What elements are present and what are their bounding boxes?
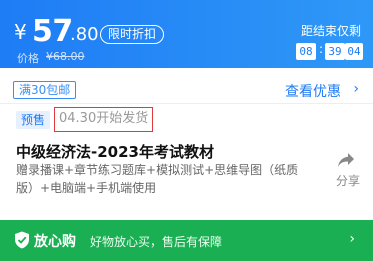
chevron-right-icon: ›	[353, 81, 359, 97]
price-currency: ¥	[14, 20, 27, 44]
price-decimal: .80	[70, 24, 99, 45]
shield-icon	[15, 231, 29, 249]
price-integer: 57	[32, 14, 73, 49]
share-button[interactable]: 分享	[336, 172, 360, 189]
promo-row[interactable]: 满30包邮 查看优惠 ›	[0, 72, 373, 104]
view-offers-link[interactable]: 查看优惠	[285, 81, 341, 101]
original-price-label: 价格	[17, 52, 39, 65]
ship-date-text: 04.30开始发货	[54, 107, 154, 132]
countdown-hours: 08	[296, 43, 316, 60]
guarantee-title: 放心购	[34, 234, 76, 250]
limited-discount-badge: 限时折扣	[100, 25, 165, 44]
countdown-seconds: 04	[345, 43, 363, 60]
guarantee-bar[interactable]: 放心购 好物放心买，售后有保障 ›	[0, 220, 373, 261]
original-price: ¥68.00	[46, 50, 85, 63]
product-title: 中级经济法-2023年考试教材	[16, 143, 214, 161]
guarantee-description: 好物放心买，售后有保障	[90, 235, 223, 249]
price-banner: ¥ 57 .80 限时折扣 价格 ¥68.00 距结束仅剩 08 : 39 : …	[0, 0, 373, 68]
chevron-right-icon: ›	[349, 231, 355, 247]
countdown-minutes: 39	[325, 43, 345, 60]
product-description: 赠录播课+章节练习题库+模拟测试+思维导图（纸质版）+电脑端+手机端使用	[16, 163, 299, 195]
free-shipping-tag: 满30包邮	[13, 81, 77, 99]
countdown-label: 距结束仅剩	[300, 24, 361, 38]
countdown-separator: :	[319, 42, 324, 56]
share-icon[interactable]	[337, 152, 355, 168]
presale-tag: 预售	[16, 111, 51, 129]
